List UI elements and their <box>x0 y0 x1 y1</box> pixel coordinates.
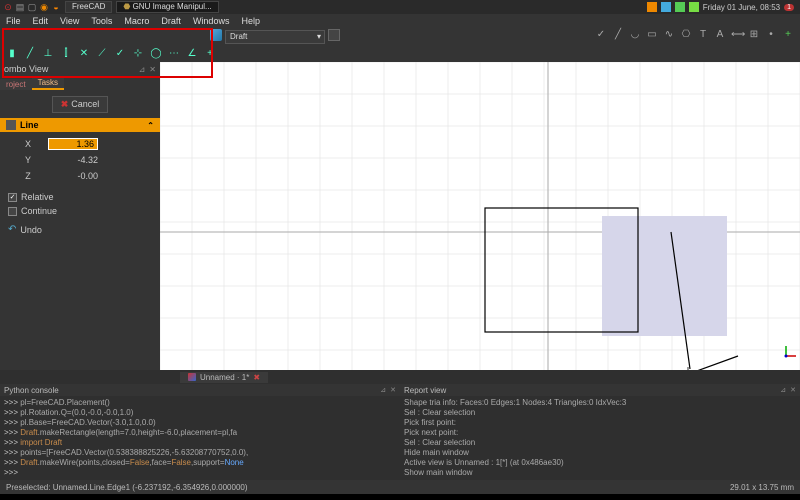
section-line-header[interactable]: Line ⌃ <box>0 118 160 132</box>
relative-label: Relative <box>21 192 54 202</box>
tool-arc-icon[interactable]: ◡ <box>629 29 641 41</box>
taskbar-gimp[interactable]: ⬣ GNU Image Manipul... <box>116 1 218 13</box>
close-icon[interactable]: ✕ <box>390 386 396 394</box>
tool-tick-icon[interactable]: ✓ <box>595 29 607 41</box>
draft-dots-icon[interactable]: ⋯ <box>168 48 180 60</box>
status-preselection: Preselected: Unnamed.Line.Edge1 (-6.2371… <box>6 483 248 492</box>
python-console-body[interactable]: >>> pl=FreeCAD.Placement()>>> pl.Rotatio… <box>0 396 400 480</box>
combo-tabs: roject Tasks <box>0 76 160 90</box>
main-area: ombo View ⊿ ✕ roject Tasks ✖Cancel Line … <box>0 62 800 370</box>
draft-circle-icon[interactable]: ◯ <box>150 48 162 60</box>
undo-icon: ↶ <box>8 224 16 235</box>
doc-tab-unnamed[interactable]: Unnamed · 1*✖ <box>180 372 268 383</box>
palette-button[interactable] <box>328 29 340 41</box>
y-input[interactable]: -4.32 <box>48 155 98 165</box>
report-view-body[interactable]: Shape tria info: Faces:0 Edges:1 Nodes:4… <box>400 396 800 480</box>
document-tabs: Unnamed · 1*✖ <box>0 370 800 384</box>
tab-tasks[interactable]: Tasks <box>32 77 64 90</box>
pin-icon[interactable]: ⊿ <box>380 386 386 394</box>
tool-cpoint-icon[interactable]: • <box>765 29 777 41</box>
draft-line-icon[interactable]: ▮ <box>6 48 18 60</box>
menu-tools[interactable]: Tools <box>85 16 118 26</box>
draft-dbl-icon[interactable]: ⫿ <box>60 48 72 60</box>
draft-tick-icon[interactable]: ✓ <box>114 48 126 60</box>
line-section-icon <box>6 120 16 130</box>
menu-file[interactable]: File <box>0 16 27 26</box>
report-view-title: Report view <box>404 386 776 395</box>
taskbar-freecad[interactable]: FreeCAD <box>65 1 112 13</box>
tab-project[interactable]: roject <box>0 79 32 90</box>
status-dimensions: 29.01 x 13.75 mm <box>730 483 794 492</box>
tool-hex-icon[interactable]: ⎔ <box>680 29 692 41</box>
draft-cross-icon[interactable]: ✕ <box>78 48 90 60</box>
tool-ann-icon[interactable]: A <box>714 29 726 41</box>
tool-grid-icon[interactable]: ⊞ <box>748 29 760 41</box>
continue-label: Continue <box>21 206 57 216</box>
coord-x-row: X1.36 <box>8 136 152 152</box>
tool-cplus-icon[interactable]: + <box>782 29 794 41</box>
tool-wave-icon[interactable]: ∿ <box>663 29 675 41</box>
freecad-icon <box>188 373 196 381</box>
sys-orange-icon[interactable] <box>647 2 657 12</box>
menu-help[interactable]: Help <box>235 16 266 26</box>
continue-checkbox[interactable] <box>8 207 17 216</box>
draft-plus-icon[interactable]: + <box>204 48 216 60</box>
coord-y-row: Y-4.32 <box>8 152 152 168</box>
terminal-icon[interactable]: ▢ <box>27 2 37 12</box>
menu-draft[interactable]: Draft <box>155 16 187 26</box>
debian-icon[interactable]: ⊙ <box>3 2 13 12</box>
tool-rect-icon[interactable]: ▭ <box>646 29 658 41</box>
combo-view-title: ombo View <box>4 64 135 74</box>
tool-dim-icon[interactable]: ⟷ <box>731 29 743 41</box>
combo-view-panel: ombo View ⊿ ✕ roject Tasks ✖Cancel Line … <box>0 62 160 370</box>
draft-toolbar: ▮ ╱ ⊥ ⫿ ✕ ⟋ ✓ ⊹ ◯ ⋯ ∠ + <box>0 46 800 62</box>
python-console-title: Python console <box>4 386 376 395</box>
clock: Friday 01 June, 08:53 <box>703 3 780 12</box>
blender-icon[interactable]: ◒ <box>51 2 61 12</box>
cancel-button[interactable]: ✖Cancel <box>52 96 109 113</box>
python-console-panel: Python console ⊿ ✕ >>> pl=FreeCAD.Placemen… <box>0 384 400 480</box>
undo-button[interactable]: ↶Undo <box>0 220 160 239</box>
desktop-taskbar: ⊙ ▤ ▢ ◉ ◒ FreeCAD ⬣ GNU Image Manipul...… <box>0 0 800 14</box>
pin-icon[interactable]: ⊿ <box>139 65 146 74</box>
cancel-x-icon: ✖ <box>61 99 69 110</box>
sys-green2-icon[interactable] <box>689 2 699 12</box>
status-bar: Preselected: Unnamed.Line.Edge1 (-6.2371… <box>0 480 800 494</box>
menu-edit[interactable]: Edit <box>27 16 55 26</box>
tool-text-icon[interactable]: T <box>697 29 709 41</box>
draft-poly-icon[interactable]: ⟋ <box>96 48 108 60</box>
workbench-icon <box>210 29 222 41</box>
menu-bar: File Edit View Tools Macro Draft Windows… <box>0 14 800 28</box>
doc-close-icon[interactable]: ✖ <box>253 373 260 382</box>
sys-green-icon[interactable] <box>675 2 685 12</box>
report-view-panel: Report view ⊿ ✕ Shape tria info: Faces:0 E… <box>400 384 800 480</box>
main-toolbar: Draft ✓ ╱ ◡ ▭ ∿ ⎔ T A ⟷ ⊞ • + <box>0 28 800 46</box>
workbench-selector[interactable]: Draft <box>225 30 325 44</box>
combo-view-header: ombo View ⊿ ✕ <box>0 62 160 76</box>
coord-z-row: Z-0.00 <box>8 168 152 184</box>
close-icon[interactable]: ✕ <box>149 65 156 74</box>
draft-wire-icon[interactable]: ╱ <box>24 48 36 60</box>
toolbar-right-tools: ✓ ╱ ◡ ▭ ∿ ⎔ T A ⟷ ⊞ • + <box>595 29 794 41</box>
viewport-3d[interactable] <box>160 62 800 370</box>
files-icon[interactable]: ▤ <box>15 2 25 12</box>
draft-angle-icon[interactable]: ∠ <box>186 48 198 60</box>
firefox-icon[interactable]: ◉ <box>39 2 49 12</box>
chevron-up-icon: ⌃ <box>147 121 154 130</box>
x-input[interactable]: 1.36 <box>48 138 98 150</box>
pin-icon[interactable]: ⊿ <box>780 386 786 394</box>
menu-view[interactable]: View <box>54 16 85 26</box>
bottom-panels: Python console ⊿ ✕ >>> pl=FreeCAD.Placemen… <box>0 384 800 480</box>
sys-blue-icon[interactable] <box>661 2 671 12</box>
draft-point-icon[interactable]: ⊹ <box>132 48 144 60</box>
z-input[interactable]: -0.00 <box>48 171 98 181</box>
relative-checkbox[interactable] <box>8 193 17 202</box>
draft-perp-icon[interactable]: ⊥ <box>42 48 54 60</box>
tool-line-icon[interactable]: ╱ <box>612 29 624 41</box>
close-icon[interactable]: ✕ <box>790 386 796 394</box>
menu-windows[interactable]: Windows <box>187 16 236 26</box>
menu-macro[interactable]: Macro <box>118 16 155 26</box>
notifications-icon[interactable]: 1 <box>784 4 794 11</box>
desktop-launchers: ⊙ ▤ ▢ ◉ ◒ <box>0 2 61 12</box>
